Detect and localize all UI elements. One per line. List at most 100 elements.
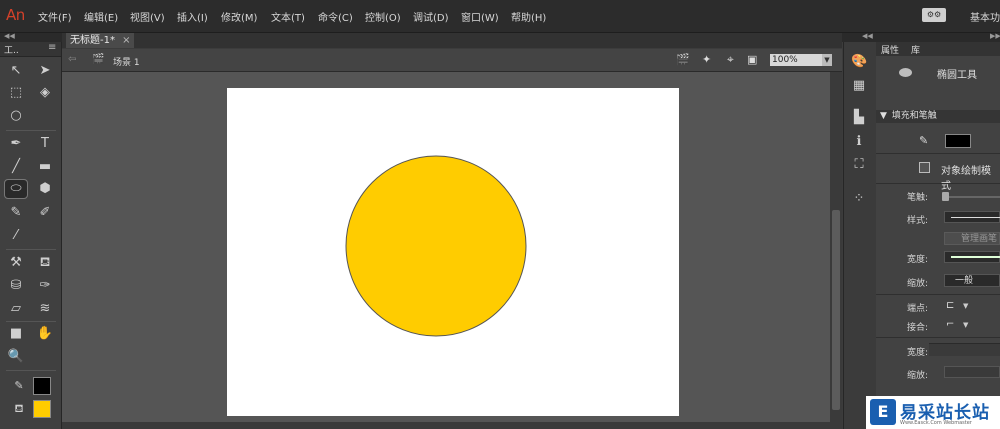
bone-tool-icon[interactable]: ⚒ [5,254,27,272]
divider [876,294,1000,295]
scale-select[interactable]: 一般 [944,274,1000,287]
stroke-color-picker[interactable] [945,134,971,148]
scene-clapper-icon: 🎬 [92,54,105,65]
line-tool-icon[interactable]: ╱ [5,158,27,176]
3d-rotation-tool-icon[interactable]: ◈ [34,84,56,102]
free-transform-tool-icon[interactable]: ⬚ [5,84,27,102]
oval-tool-icon[interactable]: ⬭ [4,179,28,199]
edit-scene-icon[interactable]: 🎬 [676,53,690,66]
expand-right-icon[interactable]: ▶▶ [990,32,1000,40]
eyedropper-tool-icon[interactable]: ✑ [34,277,56,295]
eraser-tool-icon[interactable]: ▱ [5,300,27,318]
menu-modify[interactable]: 修改(M) [221,9,257,24]
document-tab-bar [62,33,842,48]
width-tool-icon[interactable]: ≋ [34,300,56,318]
subselection-tool-icon[interactable]: ➤ [34,62,56,80]
fill-stroke-section-header[interactable]: ▼ 填充和笔触 [876,110,1000,123]
pencil-tool-icon[interactable]: ✎ [5,204,27,222]
color-panel-icon[interactable]: 🎨 [851,54,867,70]
menu-view[interactable]: 视图(V) [130,9,165,24]
join-style-icon[interactable]: ⌐ [946,319,954,330]
menu-file[interactable]: 文件(F) [38,9,72,24]
document-tab[interactable]: 无标题-1* × [66,33,134,48]
collapse-right-icon[interactable]: ◀◀ [862,32,873,40]
workspace-icon[interactable]: ⚙⚙ [922,8,946,22]
menu-commands[interactable]: 命令(C) [318,9,353,24]
scene-name[interactable]: 场景 1 [113,55,140,68]
collapse-left-icon[interactable]: ◀◀ [4,32,15,40]
tools-menu-icon[interactable]: ≡ [48,42,56,53]
panel-icon-strip [843,42,877,429]
rectangle-tool-icon[interactable]: ▬ [34,158,56,176]
clip-content-icon[interactable]: ▣ [747,53,757,66]
zoom-tool-icon[interactable]: 🔍 [5,348,27,366]
chevron-down-icon: ▼ [880,111,887,121]
cap-label: 端点: [907,304,929,314]
tab-properties[interactable]: 属性 [881,43,899,56]
width2-label: 宽度: [907,348,929,358]
menu-insert[interactable]: 插入(I) [177,9,208,24]
menu-control[interactable]: 控制(O) [365,9,401,24]
menu-edit[interactable]: 编辑(E) [84,9,118,24]
selection-tool-icon[interactable]: ↖ [5,62,27,80]
tool-divider [6,321,56,322]
width2-field[interactable] [929,343,1000,356]
ink-bottle-tool-icon[interactable]: ⛁ [5,277,27,295]
style-select[interactable] [944,211,1000,223]
chevron-down-icon[interactable]: ▼ [822,54,832,66]
align-panel-icon[interactable]: ▙ [851,110,867,126]
chevron-down-icon[interactable]: ▼ [963,302,968,310]
scale-label: 缩放: [907,279,929,289]
cap-style-icon[interactable]: ⊏ [946,300,954,311]
divider [876,153,1000,154]
edit-symbols-icon[interactable]: ✦ [702,53,711,66]
camera-tool-icon[interactable]: ■ [5,325,27,343]
menu-help[interactable]: 帮助(H) [511,9,546,24]
info-panel-icon[interactable]: ℹ [851,134,867,150]
fill-color-swatch[interactable] [33,400,51,418]
manage-brushes-button[interactable]: 管理画笔 [944,232,1000,245]
lasso-tool-icon[interactable]: ○ [5,107,27,125]
hand-tool-icon[interactable]: ✋ [34,325,56,343]
chevron-down-icon[interactable]: ▼ [963,321,968,329]
brush-tool-icon[interactable]: ✐ [34,204,56,222]
scale2-field[interactable] [944,366,1000,378]
vertical-scrollbar-thumb[interactable] [832,210,840,410]
paint-brush-tool-icon[interactable]: ⁄ [5,227,27,245]
object-draw-icon[interactable] [919,162,930,173]
stroke-slider-track[interactable] [944,196,1000,198]
edit-bar [62,49,842,72]
back-arrow-icon[interactable]: ⇦ [68,54,76,65]
watermark-subtitle: Www.Easck.Com Webmaster [900,420,972,426]
tools-panel-title: 工.. [4,46,19,56]
width-label: 宽度: [907,255,929,265]
tab-library[interactable]: 库 [911,43,920,56]
components-panel-icon[interactable]: ⁘ [851,191,867,207]
document-tab-title: 无标题-1* [70,35,115,46]
stroke-slider-thumb[interactable] [942,192,949,201]
text-tool-icon[interactable]: T [34,135,56,153]
tool-name: 椭圆工具 [937,70,977,81]
paint-bucket-tool-icon[interactable]: ⛾ [34,254,56,272]
center-stage-icon[interactable]: ⌖ [727,52,734,67]
width-profile-select[interactable] [944,251,1000,263]
object-draw-label: 对象绘制模式 [941,166,991,192]
menu-window[interactable]: 窗口(W) [461,9,499,24]
workspace-switcher[interactable]: 基本功 [970,9,1000,24]
close-icon[interactable]: × [122,35,130,46]
stage-canvas[interactable] [227,88,679,416]
menu-debug[interactable]: 调试(D) [413,9,449,24]
polystar-tool-icon[interactable]: ⬢ [34,180,56,198]
fill-color-bucket-icon: ⛾ [14,402,24,415]
stroke-color-swatch[interactable] [33,377,51,395]
swatches-panel-icon[interactable]: ▦ [851,78,867,94]
tool-divider [6,370,56,371]
yellow-circle-shape[interactable] [345,155,527,337]
pen-tool-icon[interactable]: ✒ [5,135,27,153]
stroke-label: 笔触: [907,193,929,203]
transform-panel-icon[interactable]: ⛶ [851,157,867,173]
zoom-input[interactable]: 100% [770,54,822,66]
menu-text[interactable]: 文本(T) [271,9,305,24]
horizontal-scrollbar[interactable] [62,422,842,429]
width-profile-preview [951,256,1000,258]
